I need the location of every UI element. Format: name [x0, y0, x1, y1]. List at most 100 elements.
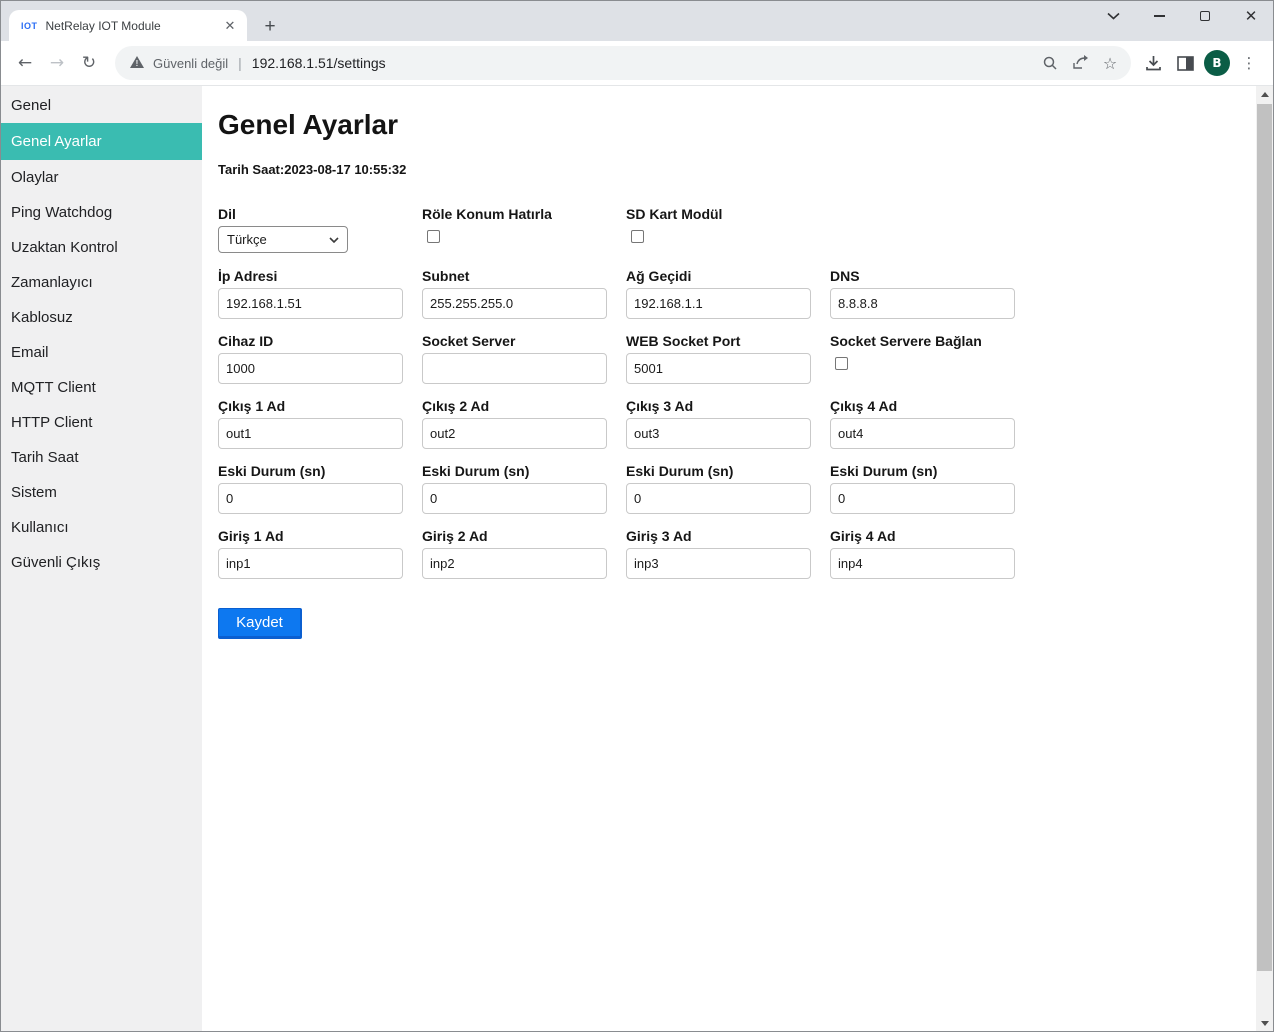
field-dil: Dil Türkçe	[218, 204, 403, 253]
profile-avatar[interactable]: B	[1201, 47, 1233, 79]
cikis2-input[interactable]	[422, 418, 607, 449]
window-close-button[interactable]: ✕	[1236, 3, 1266, 29]
tab-close-icon[interactable]: ✕	[221, 17, 239, 35]
sidebar-item-ping-watchdog[interactable]: Ping Watchdog	[1, 195, 202, 230]
field-cikis1: Çıkış 1 Ad	[218, 396, 403, 449]
giris3-input[interactable]	[626, 548, 811, 579]
sd-kart-label: SD Kart Modül	[626, 204, 811, 224]
settings-main: Genel Ayarlar Tarih Saat:2023-08-17 10:5…	[202, 86, 1256, 1032]
sidebar-item-mqtt-client[interactable]: MQTT Client	[1, 370, 202, 405]
field-web-socket-port: WEB Socket Port	[626, 331, 811, 384]
web-socket-port-input[interactable]	[626, 353, 811, 384]
cikis1-input[interactable]	[218, 418, 403, 449]
sidebar-item-genel[interactable]: Genel	[1, 88, 202, 123]
role-konum-checkbox[interactable]	[427, 230, 440, 243]
sidebar-item-guvenli-cikis[interactable]: Güvenli Çıkış	[1, 545, 202, 580]
socket-baglan-checkbox[interactable]	[835, 357, 848, 370]
chevron-down-icon	[329, 237, 339, 243]
new-tab-button[interactable]: +	[257, 14, 283, 40]
subnet-input[interactable]	[422, 288, 607, 319]
share-icon[interactable]	[1065, 48, 1095, 78]
sidebar-item-kullanici[interactable]: Kullanıcı	[1, 510, 202, 545]
save-button[interactable]: Kaydet	[218, 608, 302, 639]
tab-title: NetRelay IOT Module	[46, 19, 222, 33]
back-icon[interactable]: ←	[9, 47, 41, 79]
favicon-iot-icon: IOT	[21, 21, 38, 31]
datetime-text: Tarih Saat:2023-08-17 10:55:32	[218, 162, 1256, 177]
scroll-up-icon[interactable]	[1256, 86, 1273, 103]
dns-input[interactable]	[830, 288, 1015, 319]
sidebar-item-http-client[interactable]: HTTP Client	[1, 405, 202, 440]
sidebar-item-genel-ayarlar[interactable]: Genel Ayarlar	[1, 123, 202, 160]
eski1-input[interactable]	[218, 483, 403, 514]
field-giris1: Giriş 1 Ad	[218, 526, 403, 579]
field-socket-baglan: Socket Servere Bağlan	[830, 331, 1015, 384]
sidebar-item-kablosuz[interactable]: Kablosuz	[1, 300, 202, 335]
scrollbar-thumb[interactable]	[1257, 104, 1272, 971]
settings-form: Dil Türkçe Röle Konum Hatırla SD Kart Mo…	[218, 204, 1256, 591]
sidebar-item-zamanlayici[interactable]: Zamanlayıcı	[1, 265, 202, 300]
sidebar-item-uzaktan-kontrol[interactable]: Uzaktan Kontrol	[1, 230, 202, 265]
eski3-input[interactable]	[626, 483, 811, 514]
security-label: Güvenli değil	[153, 56, 228, 71]
dil-label: Dil	[218, 204, 403, 224]
page-title: Genel Ayarlar	[218, 109, 1256, 141]
browser-menu-icon[interactable]: ⋮	[1233, 47, 1265, 79]
vertical-scrollbar[interactable]	[1256, 86, 1273, 1032]
side-panel-icon[interactable]	[1169, 47, 1201, 79]
sidebar-item-email[interactable]: Email	[1, 335, 202, 370]
field-cikis4: Çıkış 4 Ad	[830, 396, 1015, 449]
page-content: Genel Genel Ayarlar Olaylar Ping Watchdo…	[1, 86, 1273, 1032]
role-konum-label: Röle Konum Hatırla	[422, 204, 607, 224]
browser-window: IOT NetRelay IOT Module ✕ + ✕ ← → ↻ ! Gü…	[0, 0, 1274, 1032]
window-minimize-button[interactable]	[1144, 3, 1174, 29]
field-eski4: Eski Durum (sn)	[830, 461, 1015, 514]
sidebar-item-sistem[interactable]: Sistem	[1, 475, 202, 510]
dil-select[interactable]: Türkçe	[218, 226, 348, 253]
not-secure-warning-icon[interactable]: !	[129, 56, 145, 70]
reload-icon[interactable]: ↻	[73, 47, 105, 79]
field-ip: İp Adresi	[218, 266, 403, 319]
field-cikis3: Çıkış 3 Ad	[626, 396, 811, 449]
url-separator: |	[238, 55, 242, 71]
cikis3-input[interactable]	[626, 418, 811, 449]
socket-server-input[interactable]	[422, 353, 607, 384]
ip-input[interactable]	[218, 288, 403, 319]
gateway-input[interactable]	[626, 288, 811, 319]
field-eski3: Eski Durum (sn)	[626, 461, 811, 514]
eski4-input[interactable]	[830, 483, 1015, 514]
sidebar-item-tarih-saat[interactable]: Tarih Saat	[1, 440, 202, 475]
field-role-konum: Röle Konum Hatırla	[422, 204, 607, 253]
search-icon[interactable]	[1035, 48, 1065, 78]
field-eski2: Eski Durum (sn)	[422, 461, 607, 514]
cihaz-id-input[interactable]	[218, 353, 403, 384]
cikis4-input[interactable]	[830, 418, 1015, 449]
bookmark-star-icon[interactable]: ☆	[1095, 48, 1125, 78]
field-cikis2: Çıkış 2 Ad	[422, 396, 607, 449]
url-text[interactable]: 192.168.1.51/settings	[252, 55, 386, 71]
giris4-input[interactable]	[830, 548, 1015, 579]
browser-toolbar: ← → ↻ ! Güvenli değil | 192.168.1.51/set…	[1, 41, 1273, 86]
field-giris2: Giriş 2 Ad	[422, 526, 607, 579]
field-sd-kart: SD Kart Modül	[626, 204, 811, 253]
field-dns: DNS	[830, 266, 1015, 319]
field-subnet: Subnet	[422, 266, 607, 319]
field-giris3: Giriş 3 Ad	[626, 526, 811, 579]
download-icon[interactable]	[1137, 47, 1169, 79]
giris1-input[interactable]	[218, 548, 403, 579]
sidebar-nav: Genel Genel Ayarlar Olaylar Ping Watchdo…	[1, 86, 202, 1032]
field-socket-server: Socket Server	[422, 331, 607, 384]
address-bar[interactable]: ! Güvenli değil | 192.168.1.51/settings …	[115, 46, 1131, 80]
tab-strip: IOT NetRelay IOT Module ✕ + ✕	[1, 1, 1273, 41]
forward-icon[interactable]: →	[41, 47, 73, 79]
eski2-input[interactable]	[422, 483, 607, 514]
sd-kart-checkbox[interactable]	[631, 230, 644, 243]
scroll-down-icon[interactable]	[1256, 1015, 1273, 1032]
giris2-input[interactable]	[422, 548, 607, 579]
field-eski1: Eski Durum (sn)	[218, 461, 403, 514]
window-maximize-button[interactable]	[1190, 3, 1220, 29]
window-chevron-down-icon[interactable]	[1098, 3, 1128, 29]
field-giris4: Giriş 4 Ad	[830, 526, 1015, 579]
sidebar-item-olaylar[interactable]: Olaylar	[1, 160, 202, 195]
browser-tab[interactable]: IOT NetRelay IOT Module ✕	[9, 10, 247, 41]
